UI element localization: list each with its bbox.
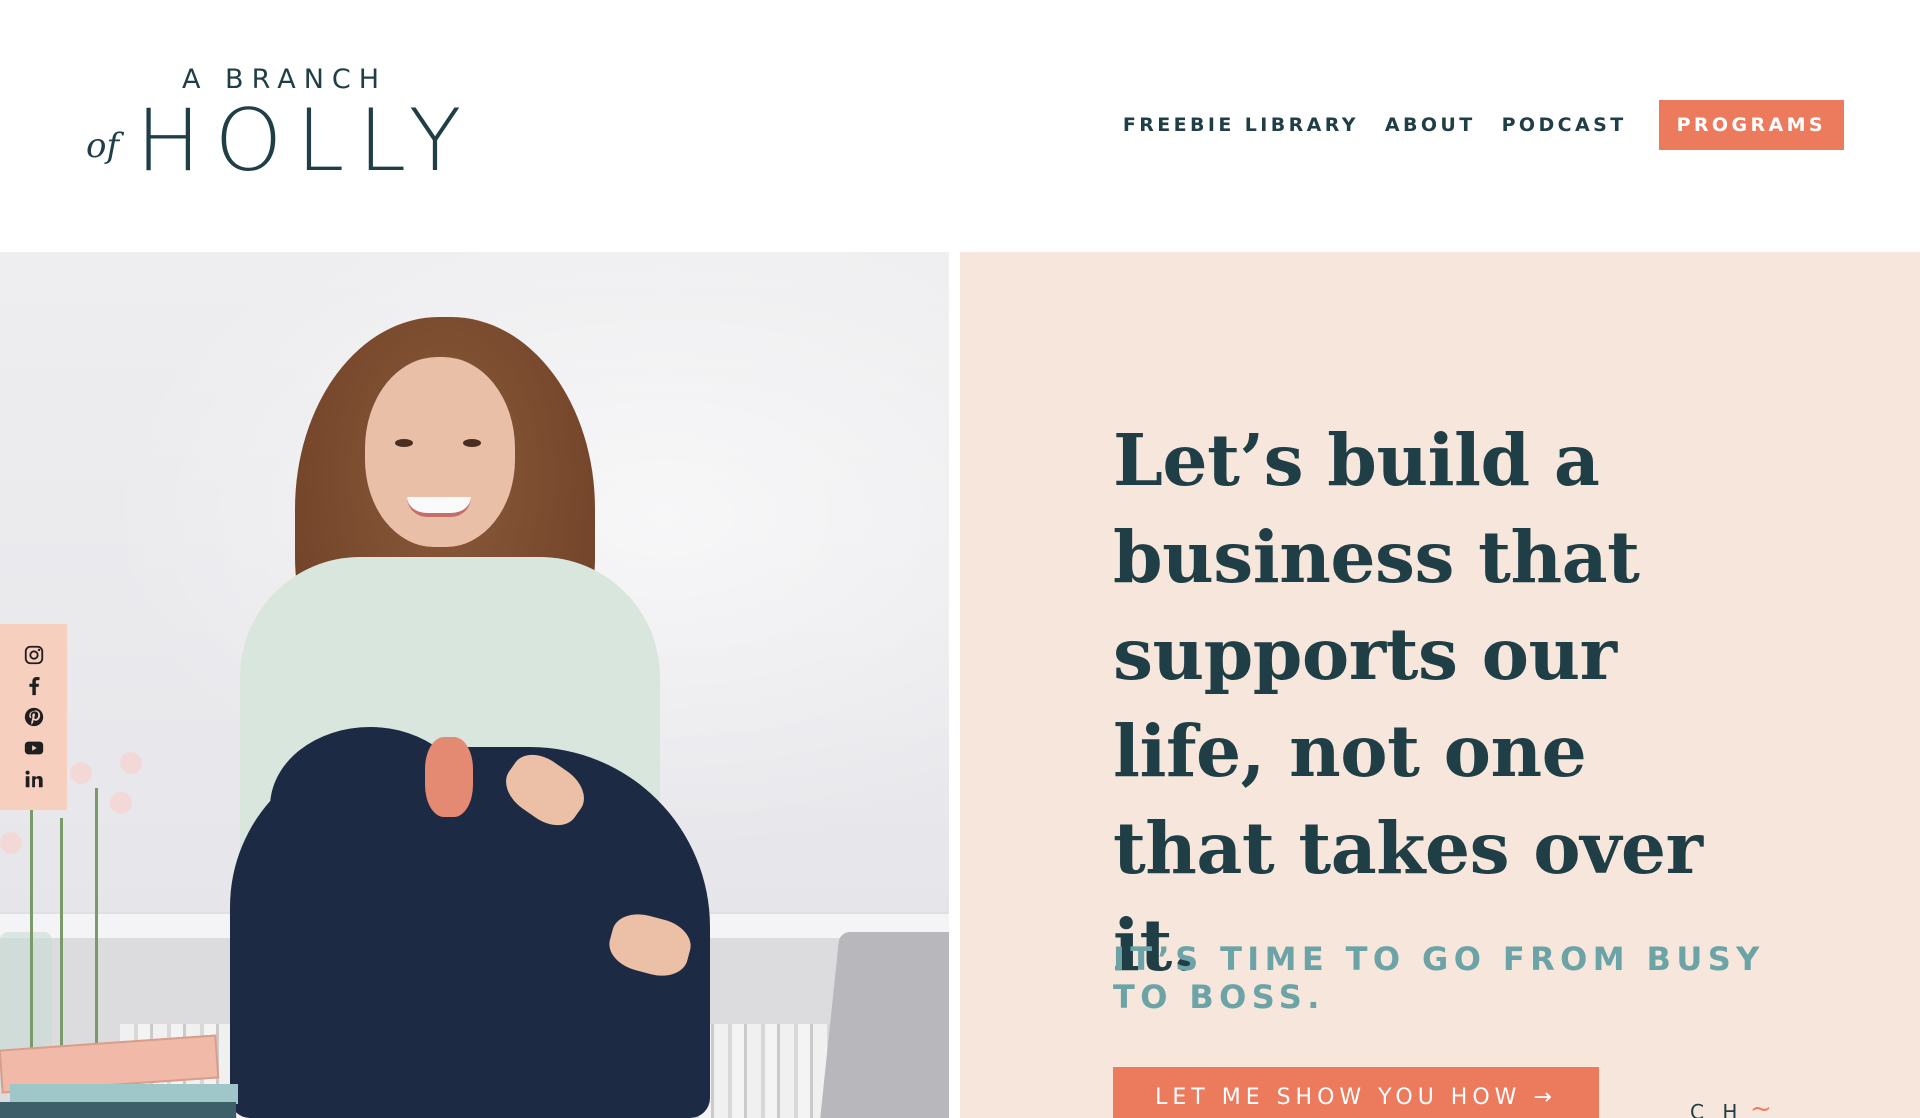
panel-divider (949, 252, 960, 1118)
nav-item-podcast[interactable]: PODCAST (1502, 114, 1627, 136)
flower-bloom (0, 832, 22, 854)
book-navy (0, 1102, 236, 1118)
nav-item-freebie-library[interactable]: FREEBIE LIBRARY (1123, 114, 1359, 136)
flower-bloom (120, 752, 142, 774)
site-logo[interactable]: A BRANCH of HOLLY (86, 58, 466, 188)
hero-headline: Let’s build a business that supports our… (1113, 418, 1703, 987)
flower-bloom (110, 792, 132, 814)
brand-monogram: C H (1690, 1100, 1744, 1118)
hero-subhead: IT’S TIME TO GO FROM BUSY TO BOSS. (1113, 940, 1765, 1016)
site-header: A BRANCH of HOLLY FREEBIE LIBRARY ABOUT … (0, 0, 1920, 252)
person-eye-left (395, 439, 413, 447)
instagram-icon[interactable] (22, 643, 46, 667)
hero-panel: Let’s build a business that supports our… (960, 252, 1920, 1118)
photo-laptop (820, 932, 949, 1118)
person-face (365, 357, 515, 547)
facebook-icon[interactable] (22, 674, 46, 698)
main-nav: FREEBIE LIBRARY ABOUT PODCAST PROGRAMS (1123, 100, 1844, 150)
pinterest-icon[interactable] (22, 705, 46, 729)
photo-books (0, 1034, 240, 1118)
nav-item-about[interactable]: ABOUT (1385, 114, 1476, 136)
logo-of-script: of (86, 126, 120, 166)
brand-monogram-script: ~ (1750, 1094, 1772, 1118)
person-smile (407, 497, 471, 517)
social-sidebar (0, 624, 67, 810)
flower-bloom (70, 762, 92, 784)
nav-programs-button[interactable]: PROGRAMS (1658, 100, 1844, 150)
linkedin-icon[interactable] (22, 767, 46, 791)
person-eye-right (463, 439, 481, 447)
logo-wordmark: HOLLY (136, 91, 476, 191)
hero-photo (0, 252, 949, 1118)
show-me-how-button[interactable]: LET ME SHOW YOU HOW → (1113, 1067, 1599, 1118)
book-teal (10, 1084, 238, 1104)
photo-person (230, 317, 740, 1118)
youtube-icon[interactable] (22, 736, 46, 760)
person-scrunchie (425, 737, 473, 817)
